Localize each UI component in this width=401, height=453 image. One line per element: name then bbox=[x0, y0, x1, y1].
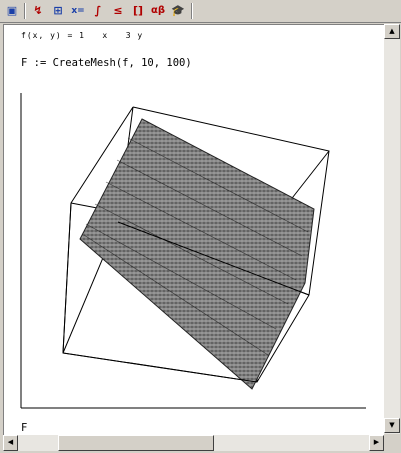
toolbar-separator bbox=[24, 3, 26, 19]
create-mesh-expression[interactable]: F := CreateMesh(f, 10, 100) bbox=[21, 57, 192, 69]
graph-icon[interactable]: ↯ bbox=[29, 2, 47, 20]
math-toolbar: ▣ ↯ ⊞ x= ∫ ≤ [] αβ 🎓 bbox=[0, 0, 401, 23]
scrollbar-corner bbox=[384, 435, 400, 451]
evaluate-icon[interactable]: x= bbox=[69, 2, 87, 20]
save-icon[interactable]: ▣ bbox=[3, 2, 21, 20]
toolbar-separator bbox=[191, 3, 193, 19]
matrix-icon[interactable]: ⊞ bbox=[49, 2, 67, 20]
scroll-down-button[interactable]: ▼ bbox=[384, 418, 400, 433]
function-definition[interactable]: f(x, y) = 1 x 3 y bbox=[21, 31, 143, 40]
greek-icon[interactable]: αβ bbox=[149, 2, 167, 20]
result-expression[interactable]: F bbox=[21, 422, 27, 434]
boolean-icon[interactable]: ≤ bbox=[109, 2, 127, 20]
scroll-right-button[interactable]: ▶ bbox=[369, 435, 384, 451]
programming-icon[interactable]: [] bbox=[129, 2, 147, 20]
scroll-left-button[interactable]: ◀ bbox=[3, 435, 18, 451]
horizontal-scrollbar[interactable]: ◀ ▶ bbox=[3, 435, 384, 451]
calculus-icon[interactable]: ∫ bbox=[89, 2, 107, 20]
horizontal-scroll-thumb[interactable] bbox=[58, 435, 214, 451]
3d-surface-plot[interactable] bbox=[20, 93, 366, 409]
vertical-scrollbar[interactable]: ▲ ▼ bbox=[384, 24, 400, 434]
symbolic-icon[interactable]: 🎓 bbox=[169, 2, 187, 20]
scroll-up-button[interactable]: ▲ bbox=[384, 24, 400, 39]
mesh-surface bbox=[79, 118, 315, 390]
worksheet[interactable]: f(x, y) = 1 x 3 y F := CreateMesh(f, 10,… bbox=[3, 24, 384, 435]
